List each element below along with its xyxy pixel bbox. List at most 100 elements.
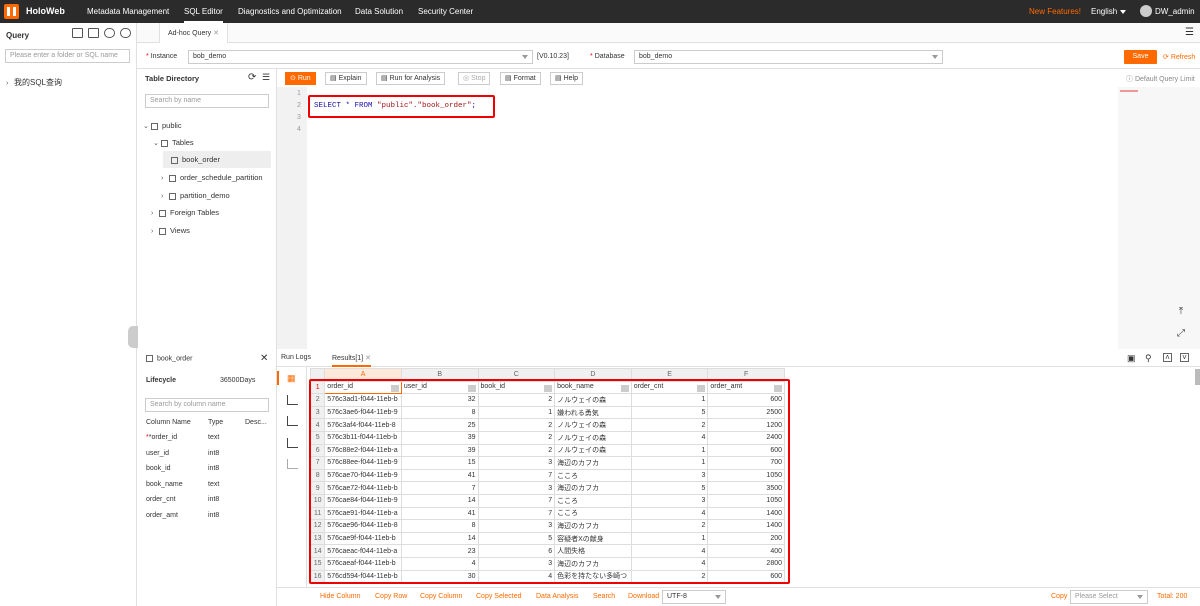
vertical-scrollbar[interactable] (1195, 369, 1200, 385)
locate-icon[interactable] (120, 28, 131, 38)
new-folder-icon[interactable] (72, 28, 83, 38)
column-search-input[interactable]: Search by column name (145, 398, 269, 412)
view-icon (159, 227, 166, 235)
column-name-header: Column Name (146, 419, 191, 426)
directory-search-input[interactable]: Search by name (145, 94, 269, 108)
copy-column-button[interactable]: Copy Column (420, 593, 462, 600)
nav-metadata-management[interactable]: Metadata Management (87, 7, 169, 16)
table-directory-panel: Table Directory ⟳ ☰ Search by name ⌄ publ… (137, 69, 277, 349)
tree-table-book-order[interactable]: book_order (163, 151, 271, 168)
fullscreen-icon[interactable]: ⤢ (1174, 327, 1188, 341)
tree-table-order-schedule-partition[interactable]: › order_schedule_partition (161, 173, 263, 182)
line-number: 2 (297, 102, 301, 109)
close-icon[interactable]: ✕ (260, 353, 268, 364)
nav-data-solution[interactable]: Data Solution (355, 7, 403, 16)
nav-sql-editor[interactable]: SQL Editor (184, 7, 223, 23)
chevron-up-icon[interactable]: ˄ (1163, 353, 1172, 362)
table-view-icon[interactable]: ▦ (287, 373, 296, 384)
line-number: 3 (297, 114, 301, 121)
table-icon (169, 192, 176, 200)
language-select[interactable]: English (1091, 7, 1127, 16)
stop-button[interactable]: ◎ Stop (458, 72, 491, 85)
brand-name: HoloWeb (26, 6, 65, 16)
refresh-button[interactable]: ⟳ Refresh (1163, 53, 1195, 61)
my-sql-folder-label: 我的SQL查询 (14, 78, 63, 87)
tree-table-partition-demo[interactable]: › partition_demo (161, 191, 230, 200)
minimap-line (1120, 90, 1138, 92)
editor-toolbar: ⊙ Run ▤ Explain ▤ Run for Analysis ◎ Sto… (277, 69, 1200, 87)
export-icon[interactable]: ▣ (1127, 353, 1136, 364)
table-icon (171, 156, 178, 164)
new-features-link[interactable]: New Features! (1029, 7, 1081, 16)
folder-search-input[interactable]: Please enter a folder or SQL name (5, 49, 130, 63)
run-for-analysis-button[interactable]: ▤ Run for Analysis (376, 72, 446, 85)
table-info-panel: book_order ✕ Lifecycle 36500Days Search … (137, 349, 277, 606)
my-sql-folder[interactable]: › 我的SQL查询 (6, 77, 62, 88)
schema-icon (151, 122, 158, 130)
table-info-title: book_order (146, 355, 192, 362)
line-chart-icon[interactable] (287, 438, 298, 448)
tab-adhoc-query[interactable]: Ad-hoc Query ✕ (159, 23, 229, 43)
copy-row-button[interactable]: Copy Row (375, 593, 407, 600)
pin-icon[interactable]: ⚲ (1145, 353, 1152, 364)
data-analysis-button[interactable]: Data Analysis (536, 593, 578, 600)
query-title: Query (6, 31, 30, 40)
area-chart-icon[interactable] (287, 416, 298, 426)
hide-column-button[interactable]: Hide Column (320, 593, 360, 600)
directory-title: Table Directory (145, 74, 200, 83)
sql-editor[interactable]: 1 2 3 4 SELECT * FROM "public"."book_ord… (277, 87, 1200, 349)
save-button[interactable]: Save (1124, 50, 1157, 64)
instance-select[interactable]: bob_demo (188, 50, 533, 64)
table-group-icon (161, 139, 168, 147)
default-query-limit[interactable]: ⓘ Default Query Limit (1126, 74, 1195, 84)
chevron-right-icon: › (6, 80, 9, 87)
column-name: order_amt (146, 512, 178, 519)
nav-security-center[interactable]: Security Center (418, 7, 473, 16)
bar-chart-icon[interactable] (287, 395, 298, 405)
tree-views[interactable]: › Views (151, 226, 190, 235)
refresh-icon[interactable] (104, 28, 115, 38)
editor-tabs-bar: Ad-hoc Query ✕ ☰ (137, 23, 1200, 43)
new-file-icon[interactable] (88, 28, 99, 38)
format-button[interactable]: ▤ Format (500, 72, 541, 85)
scroll-to-top-icon[interactable]: ⤒ (1174, 305, 1188, 319)
menu-icon[interactable]: ☰ (1185, 27, 1194, 38)
column-type: int8 (208, 496, 220, 503)
help-button[interactable]: ▤ Help (550, 72, 583, 85)
column-type: int8 (208, 450, 220, 457)
chevron-down-icon[interactable]: ˅ (1180, 353, 1189, 362)
list-icon[interactable]: ☰ (262, 72, 270, 83)
encoding-select[interactable]: UTF-8 (662, 590, 726, 604)
copy-selected-button[interactable]: Copy Selected (476, 593, 522, 600)
avatar[interactable] (1140, 5, 1152, 17)
table-icon (169, 174, 176, 182)
tree-foreign-tables[interactable]: › Foreign Tables (151, 208, 219, 217)
run-button[interactable]: ⊙ Run (285, 72, 316, 85)
explain-button[interactable]: ▤ Explain (325, 72, 367, 85)
top-nav-bar: HoloWeb Metadata Management SQL Editor D… (0, 0, 1200, 23)
close-icon[interactable]: ✕ (213, 30, 219, 37)
tree-schema-public[interactable]: ⌄ public (143, 121, 182, 130)
type-header: Type (208, 419, 224, 426)
refresh-icon[interactable]: ⟳ (248, 72, 256, 83)
user-name[interactable]: DW_admin (1155, 7, 1195, 16)
database-select[interactable]: bob_demo (634, 50, 943, 64)
tab-label: Ad-hoc Query (168, 30, 212, 37)
chevron-down-icon (1120, 9, 1127, 14)
sql-highlight-box (308, 95, 495, 118)
column-type: int8 (208, 512, 220, 519)
chart-type-bar: ▦ (277, 367, 307, 587)
copy-button[interactable]: Copy (1051, 593, 1067, 600)
scatter-chart-icon[interactable] (287, 459, 298, 469)
nav-diagnostics[interactable]: Diagnostics and Optimization (238, 7, 342, 16)
column-type: text (208, 481, 220, 488)
tree-tables[interactable]: ⌄ Tables (153, 138, 194, 147)
line-gutter: 1 2 3 4 (277, 87, 307, 349)
tab-run-logs[interactable]: Run Logs (281, 354, 311, 361)
copy-format-select[interactable]: Please Select (1070, 590, 1148, 604)
close-icon[interactable]: ✕ (365, 355, 371, 362)
download-button[interactable]: Download (628, 593, 659, 600)
tab-results[interactable]: Results[1] ✕ (332, 354, 371, 367)
holoweb-logo-icon (4, 4, 19, 19)
search-button[interactable]: Search (593, 593, 615, 600)
